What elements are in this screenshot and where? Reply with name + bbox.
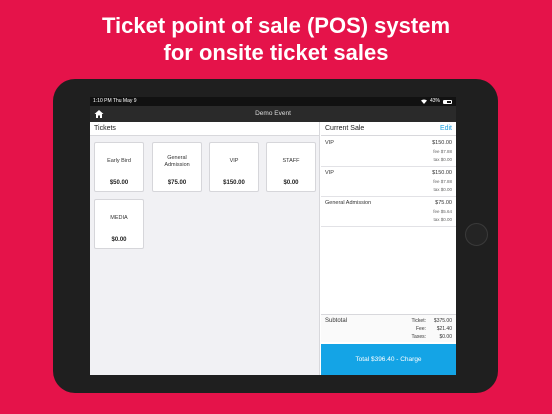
ticket-price: $150.00 (223, 180, 245, 186)
ticket-tile-early-bird[interactable]: Early Bird $50.00 (94, 142, 144, 192)
ticket-price: $50.00 (109, 180, 129, 186)
home-icon[interactable] (94, 109, 104, 119)
charge-button[interactable]: Total $396.40 - Charge (321, 344, 456, 375)
headline-line-2: for onsite ticket sales (163, 40, 389, 65)
line-fee: fee $5.64 (433, 209, 452, 214)
tablet-screen: 1:10 PM Thu May 9 43% Demo Event Tickets… (90, 97, 456, 375)
ticket-price: $0.00 (283, 180, 299, 186)
sale-line-item[interactable]: General Admission $75.00 fee $5.64 tax $… (321, 197, 456, 227)
ticket-price: $0.00 (111, 237, 127, 243)
current-sale-title: Current Sale (325, 125, 365, 132)
battery-icon (443, 99, 452, 104)
ticket-name: VIP (229, 158, 239, 164)
nav-bar: Demo Event (90, 106, 456, 122)
line-price: $150.00 (432, 140, 452, 146)
edit-button[interactable]: Edit (440, 122, 452, 136)
ticket-tile-media[interactable]: MEDIA $0.00 (94, 199, 144, 249)
event-title: Demo Event (255, 110, 291, 117)
ticket-name: MEDIA (110, 215, 128, 221)
subtotal-label: Subtotal (325, 318, 348, 324)
totals-section: Subtotal Ticket: $375.00 Fee: $21.40 Tax… (321, 314, 456, 342)
status-time-date: 1:10 PM Thu May 9 (93, 98, 137, 104)
tickets-panel: Tickets Early Bird $50.00 General Admiss… (90, 122, 320, 375)
sale-line-item[interactable]: VIP $150.00 fee $7.88 tax $0.00 (321, 137, 456, 167)
tickets-title: Tickets (90, 122, 319, 136)
fee-total-label: Fee: (415, 326, 426, 332)
current-sale-header: Current Sale Edit (321, 122, 456, 136)
fee-total-value: $21.40 (436, 326, 452, 332)
line-fee: fee $7.88 (433, 179, 452, 184)
ticket-tile-vip[interactable]: VIP $150.00 (209, 142, 259, 192)
ticket-tile-staff[interactable]: STAFF $0.00 (266, 142, 316, 192)
status-bar: 1:10 PM Thu May 9 43% (90, 97, 456, 106)
ticket-price: $75.00 (167, 180, 187, 186)
wifi-icon (420, 99, 427, 104)
ticket-name: Early Bird (107, 158, 131, 164)
ticket-tile-general-admission[interactable]: General Admission $75.00 (152, 142, 202, 192)
headline: Ticket point of sale (POS) system for on… (0, 12, 552, 66)
sale-line-item[interactable]: VIP $150.00 fee $7.88 tax $0.00 (321, 167, 456, 197)
line-price: $150.00 (432, 170, 452, 176)
taxes-total-value: $0.00 (439, 334, 452, 340)
ticket-total-value: $375.00 (433, 318, 452, 324)
taxes-total-label: Taxes: (411, 334, 426, 340)
headline-line-1: Ticket point of sale (POS) system (101, 13, 451, 38)
tablet-home-button (465, 223, 488, 246)
ticket-name: STAFF (282, 158, 300, 164)
line-name: VIP (325, 170, 334, 176)
line-fee: fee $7.88 (433, 149, 452, 154)
line-price: $75.00 (435, 200, 452, 206)
line-name: VIP (325, 140, 334, 146)
current-sale-panel: Current Sale Edit VIP $150.00 fee $7.88 … (321, 122, 456, 375)
battery-percent: 43% (429, 98, 440, 104)
line-name: General Admission (325, 200, 372, 206)
line-tax: tax $0.00 (433, 157, 452, 162)
line-tax: tax $0.00 (433, 217, 452, 222)
line-tax: tax $0.00 (433, 187, 452, 192)
ticket-total-label: Ticket: (411, 318, 426, 324)
ticket-name: General Admission (164, 155, 190, 168)
status-indicators: 43% (420, 97, 452, 106)
